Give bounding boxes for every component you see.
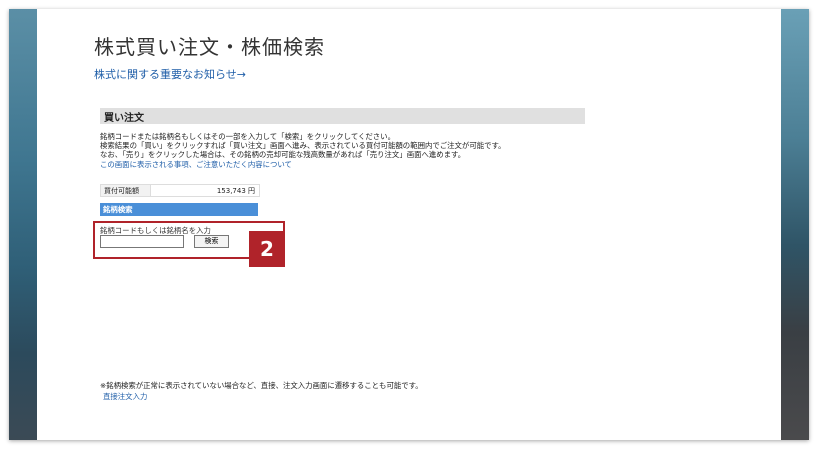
screen-notice-link[interactable]: この画面に表示される事項、ご注意いただく内容について xyxy=(100,159,292,170)
buy-order-section-title: 買い注文 xyxy=(104,113,144,124)
instruction-line-1: 銘柄コードまたは銘柄名もしくはその一部を入力して「検索」をクリックしてください。 xyxy=(100,132,395,141)
stock-search-title: 銘柄検索 xyxy=(103,205,133,214)
main-content: 株式買い注文・株価検索 株式に関する重要なお知らせ→ 買い注文 銘柄コードまたは… xyxy=(37,9,781,440)
buying-power-label: 買付可能額 xyxy=(100,184,151,197)
stock-search-input[interactable] xyxy=(100,235,184,248)
screenshot-frame: 株式買い注文・株価検索 株式に関する重要なお知らせ→ 買い注文 銘柄コードまたは… xyxy=(9,9,809,440)
instruction-line-2: 検索結果の「買い」をクリックすれば「買い注文」画面へ進み、表示されている買付可能… xyxy=(100,141,506,150)
background-right-strip xyxy=(781,9,809,440)
stock-search-header: 銘柄検索 xyxy=(100,203,258,216)
step-number-badge: 2 xyxy=(249,231,285,267)
footer-note: ※銘柄検索が正常に表示されていない場合など、直接、注文入力画面に遷移することも可… xyxy=(100,381,423,390)
direct-order-link[interactable]: 直接注文入力 xyxy=(103,391,147,402)
instruction-line-3: なお、「売り」をクリックした場合は、その銘柄の売却可能な残高数量があれば「売り注… xyxy=(100,150,466,159)
background-left-strip xyxy=(9,9,37,440)
buy-order-section-header: 買い注文 xyxy=(100,108,585,124)
buying-power-value: 153,743 円 xyxy=(151,184,260,197)
important-notice-link[interactable]: 株式に関する重要なお知らせ→ xyxy=(94,66,246,82)
page-title: 株式買い注文・株価検索 xyxy=(94,35,325,59)
search-button[interactable]: 検索 xyxy=(194,235,229,248)
buying-power-table: 買付可能額 153,743 円 xyxy=(100,184,260,197)
